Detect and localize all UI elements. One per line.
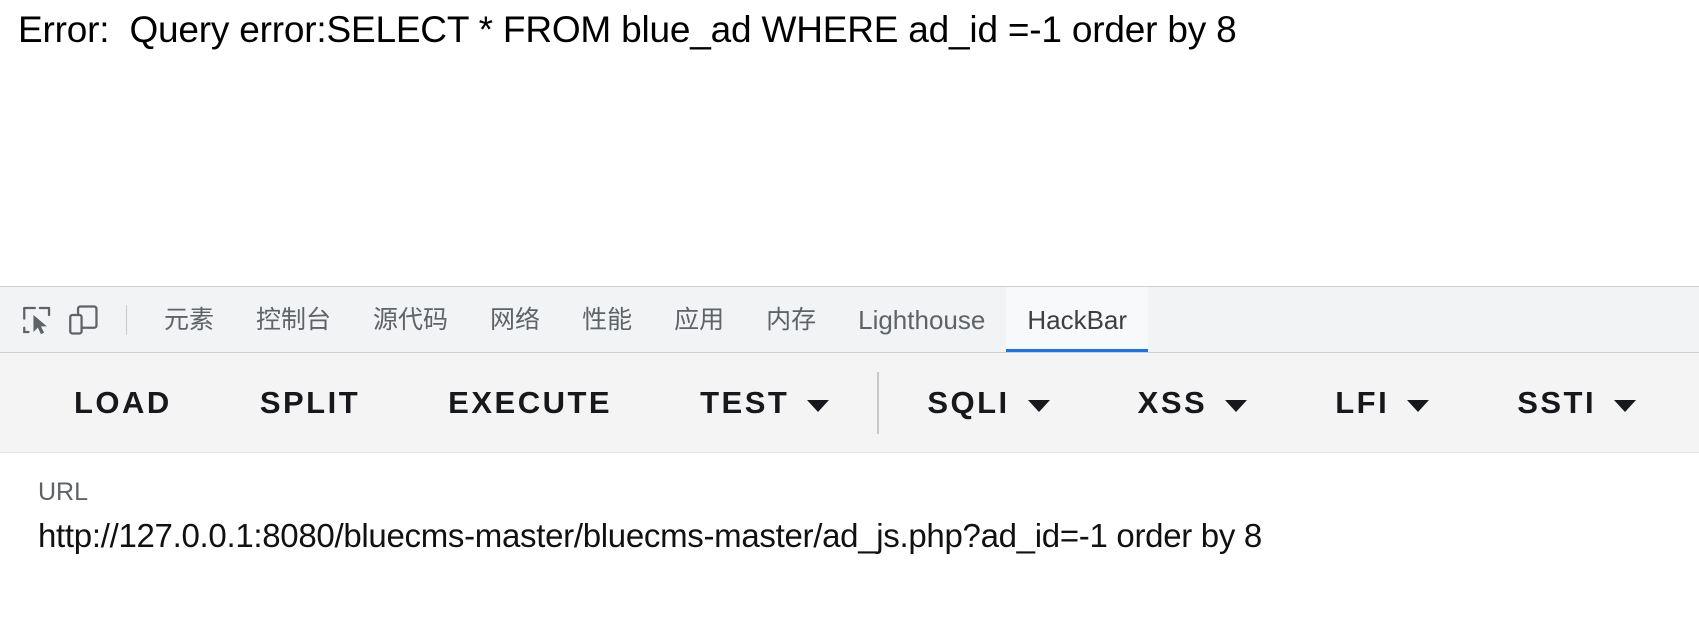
toolbar-divider [126, 304, 127, 335]
hackbar-toolbar: LOAD SPLIT EXECUTE TEST SQLI XSS LFI SST… [0, 353, 1699, 453]
url-field-block: URL http://127.0.0.1:8080/bluecms-master… [0, 453, 1699, 557]
hackbar-divider [877, 371, 880, 434]
test-menu-label: TEST [700, 384, 790, 420]
execute-button[interactable]: EXECUTE [436, 372, 624, 434]
inspect-element-icon[interactable] [14, 297, 60, 343]
tab-application[interactable]: 应用 [653, 287, 745, 352]
ssti-menu-label: SSTI [1517, 384, 1597, 420]
browser-page-content: Error: Query error:SELECT * FROM blue_ad… [0, 0, 1699, 286]
tab-console[interactable]: 控制台 [235, 287, 352, 352]
sqli-menu-button[interactable]: SQLI [915, 372, 1061, 434]
url-field-label: URL [38, 478, 89, 506]
sql-error-message: Error: Query error:SELECT * FROM blue_ad… [18, 9, 1237, 50]
tab-label: Lighthouse [858, 304, 986, 335]
tab-lighthouse[interactable]: Lighthouse [837, 287, 1006, 352]
tab-label: 源代码 [373, 304, 449, 334]
tab-performance[interactable]: 性能 [561, 287, 653, 352]
tab-label: 内存 [766, 304, 817, 334]
split-button[interactable]: SPLIT [248, 372, 372, 434]
lfi-menu-label: LFI [1335, 384, 1390, 420]
lfi-menu-button[interactable]: LFI [1323, 372, 1441, 434]
tab-network[interactable]: 网络 [469, 287, 561, 352]
tab-label: 元素 [164, 304, 215, 334]
split-button-label: SPLIT [259, 384, 361, 420]
tab-label: 应用 [674, 304, 725, 334]
device-toolbar-icon[interactable] [60, 297, 106, 343]
devtools-panel: 元素 控制台 源代码 网络 性能 应用 内存 Lighthouse HackBa… [0, 286, 1699, 625]
tab-label: 性能 [582, 304, 633, 334]
xss-menu-button[interactable]: XSS [1126, 372, 1260, 434]
test-menu-button[interactable]: TEST [688, 372, 841, 434]
tab-hackbar[interactable]: HackBar [1006, 287, 1149, 352]
tab-elements[interactable]: 元素 [143, 287, 235, 352]
chevron-down-icon [1027, 399, 1050, 412]
devtools-tabstrip: 元素 控制台 源代码 网络 性能 应用 内存 Lighthouse HackBa… [0, 287, 1699, 353]
load-button-label: LOAD [74, 384, 172, 420]
tab-sources[interactable]: 源代码 [352, 287, 469, 352]
ssti-menu-button[interactable]: SSTI [1505, 372, 1648, 434]
tab-label: 控制台 [256, 304, 332, 334]
chevron-down-icon [1407, 399, 1430, 412]
tab-memory[interactable]: 内存 [745, 287, 837, 352]
tab-label: HackBar [1027, 304, 1128, 335]
execute-button-label: EXECUTE [448, 384, 613, 420]
tab-label: 网络 [490, 304, 541, 334]
url-input[interactable]: http://127.0.0.1:8080/bluecms-master/blu… [38, 515, 1699, 557]
chevron-down-icon [1614, 399, 1637, 412]
load-button[interactable]: LOAD [62, 372, 184, 434]
sqli-menu-label: SQLI [927, 384, 1010, 420]
chevron-down-icon [807, 399, 830, 412]
xss-menu-label: XSS [1137, 384, 1208, 420]
chevron-down-icon [1225, 399, 1248, 412]
